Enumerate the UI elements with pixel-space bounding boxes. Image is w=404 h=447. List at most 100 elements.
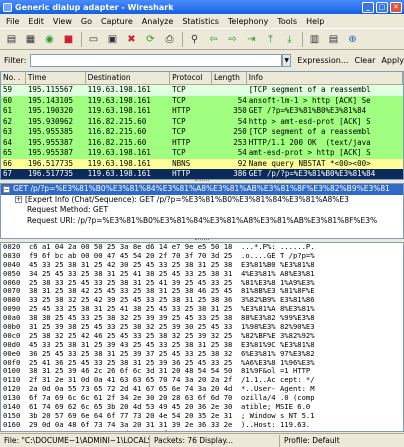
hex-line[interactable]: 00a0 38 38 25 45 33 25 38 32 25 39 39 25… [1,314,403,323]
packet-row[interactable]: 62 195.930962 116.82.215.60 TCP 54 http > amt… [1,116,403,127]
detail-line[interactable]: Request URI: /p/?p=%E3%81%B0%E3%81%84%E3… [1,216,403,227]
packet-cell-info: [TCP segment of a reassembl [248,127,371,136]
packet-row[interactable]: 59 195.115567 119.63.198.161 TCP [TCP segmen… [1,85,403,96]
clear-button[interactable]: Clear [354,56,375,65]
hex-line[interactable]: 00b0 31 25 39 38 25 45 33 25 38 32 25 39… [1,323,403,332]
column-header-1[interactable]: Time [26,72,86,84]
hex-line[interactable]: 0090 25 45 33 25 38 31 25 41 38 25 45 33… [1,305,403,314]
detail-line[interactable]: Request Method: GET [1,205,403,216]
packet-cell-info: amt-esd-prot > http [ACK] S [248,148,371,157]
reload-icon[interactable]: ⟳ [143,32,158,47]
find-packet-icon[interactable]: ⚲ [187,32,202,47]
packet-row[interactable]: 60 195.143105 119.63.198.161 TCP 54 ansoft-lm… [1,95,403,106]
close-file-icon[interactable]: ✖ [124,32,139,47]
hex-line[interactable]: 00c0 25 38 32 25 42 46 25 45 33 25 38 32… [1,332,403,341]
expression-button[interactable]: Expression... [297,56,348,65]
packet-row[interactable]: 67 196.517735 119.63.198.161 HTTP 386 GET /p/… [1,169,403,179]
packet-cell-dst: 116.82.215.60 [87,137,147,147]
column-header-5[interactable]: Info [247,72,403,84]
hex-line[interactable]: 0020 c6 a1 04 2a 00 50 25 3a 8e d6 14 e7… [1,243,403,252]
filter-label: Filter: [4,55,27,65]
packet-bytes-pane[interactable]: 0020 c6 a1 04 2a 00 50 25 3a 8e d6 14 e7… [0,242,404,432]
packet-row[interactable]: 64 195.955387 116.82.215.60 HTTP 253 HTTP/1.1… [1,137,403,148]
hex-offset: 0080 [3,296,21,305]
go-forward-icon[interactable]: ⇨ [225,32,240,47]
detail-line[interactable] [1,226,403,237]
hex-ascii: atible; MSIE 6.0 [241,403,311,412]
interfaces-icon[interactable]: ▤ [4,32,19,47]
first-packet-icon[interactable]: ⤒ [263,32,278,47]
main-toolbar: ▤ ▦ ◉ ■ ▭ ▣ ✖ ⟳ ⎙ ⚲ ⇦ ⇨ ⇥ ⤒ ⤓ ▥ ▤ ⊕ [0,28,404,50]
column-header-3[interactable]: Protocol [170,72,212,84]
hex-line[interactable]: 0030 f9 6f bc ab 00 00 47 45 54 20 2f 70… [1,252,403,261]
hex-line[interactable]: 0040 45 33 25 38 31 25 42 30 25 45 33 25… [1,261,403,270]
menu-statistics[interactable]: Statistics [182,17,219,26]
colorize-icon[interactable]: ▥ [307,32,322,47]
stop-capture-icon[interactable]: ■ [61,32,76,47]
save-file-icon[interactable]: ▣ [105,32,120,47]
status-profile[interactable]: Profile: Default [280,435,404,447]
menu-go[interactable]: Go [81,17,92,26]
zoom-in-icon[interactable]: ⊕ [345,32,360,47]
hex-offset: 0020 [3,243,21,251]
menu-help[interactable]: Help [306,17,324,26]
detail-line[interactable]: + [Expert Info (Chat/Sequence): GET /p/?p… [1,195,403,206]
hex-line[interactable]: 0160 29 0d 0a 48 6f 73 74 3a 20 31 31 39… [1,421,403,430]
packet-cell-no: 64 [3,137,13,147]
hex-line[interactable]: 0130 6f 7a 69 6c 6c 61 2f 34 2e 30 20 28… [1,394,403,403]
hex-line[interactable]: 0100 38 31 25 39 46 2c 26 6f 6c 3d 31 20… [1,367,403,376]
menu-telephony[interactable]: Telephony [228,17,268,26]
options-icon[interactable]: ▦ [23,32,38,47]
hex-line[interactable]: 0080 33 25 38 32 25 42 39 25 45 33 25 38… [1,296,403,305]
packet-cell-info: HTTP/1.1 200 OK (text/java [248,137,371,147]
hex-line[interactable]: 0170 31 39 38 2e 31 36 31 0d 0a 43 6f 6e… [1,430,403,431]
menu-file[interactable]: File [6,17,19,26]
packet-row[interactable]: 63 195.955385 116.82.215.60 TCP 250 [TCP segm… [1,127,403,138]
packet-row[interactable]: 61 195.190320 119.63.198.161 HTTP 350 GET /?p… [1,106,403,117]
hex-line[interactable]: 00d0 45 33 25 38 31 25 39 43 25 45 33 25… [1,341,403,350]
hex-line[interactable]: 0110 2f 31 2e 31 0d 0a 41 63 63 65 70 74… [1,376,403,385]
packet-list[interactable]: No. . Time Destination Protocol Length Info 5… [0,71,404,180]
hex-offset: 0050 [3,269,21,278]
hex-line[interactable]: 0150 3b 20 57 69 6e 64 6f 77 73 20 4e 54… [1,412,403,421]
minimize-button[interactable]: _ [362,1,374,13]
packet-cell-proto: HTTP [172,169,191,178]
column-header-2[interactable]: Destination [86,72,171,84]
hex-ascii: 4%E3%81% A8%E3%81 [241,269,315,278]
hex-bytes: 31 25 39 38 25 45 33 25 38 32 25 39 30 2… [28,323,233,332]
maximize-button[interactable]: □ [376,1,388,13]
menu-capture[interactable]: Capture [101,17,133,26]
column-header-4[interactable]: Length [212,72,247,84]
column-header-0[interactable]: No. . [1,72,26,84]
apply-button[interactable]: Apply [381,56,404,65]
hex-line[interactable]: 0140 61 74 69 62 6c 65 3b 20 4d 53 49 45… [1,403,403,412]
last-packet-icon[interactable]: ⤓ [282,32,297,47]
print-icon[interactable]: ⎙ [162,32,177,47]
hex-line[interactable]: 0070 38 31 25 38 42 25 45 33 25 38 31 25… [1,287,403,296]
hex-line[interactable]: 0120 2a 0d 0a 55 73 65 72 2d 41 67 65 6e… [1,385,403,394]
hex-ascii: 3%82%B9% E3%81%86 [241,296,315,305]
packet-details-pane[interactable]: − GET /p/?p=%E3%81%B0%E3%81%84%E3%81%A8%E… [0,183,404,239]
open-file-icon[interactable]: ▭ [86,32,101,47]
menu-tools[interactable]: Tools [277,17,297,26]
packet-row[interactable]: 65 195.955387 119.63.198.161 TCP 54 amt-esd-p… [1,148,403,159]
start-capture-icon[interactable]: ◉ [42,32,57,47]
hex-line[interactable]: 0060 25 38 33 25 45 33 25 38 31 25 41 39… [1,279,403,288]
close-button[interactable]: ✕ [390,1,402,13]
menu-edit[interactable]: Edit [28,17,44,26]
go-back-icon[interactable]: ⇦ [206,32,221,47]
expand-icon[interactable]: + [15,196,22,203]
hex-line[interactable]: 00e0 36 25 45 33 25 38 31 25 39 37 25 45… [1,350,403,359]
filter-dropdown-button[interactable]: ▼ [281,53,292,67]
hex-line[interactable]: 0050 34 25 45 33 25 38 31 25 41 38 25 45… [1,270,403,279]
hex-offset: 0060 [3,278,21,287]
detail-line[interactable]: − GET /p/?p=%E3%81%B0%E3%81%84%E3%81%A8%E… [1,184,403,195]
autoscroll-icon[interactable]: ▤ [326,32,341,47]
menu-analyze[interactable]: Analyze [142,17,174,26]
collapse-icon[interactable]: − [3,185,10,193]
menu-view[interactable]: View [53,17,72,26]
filter-input[interactable] [30,53,282,67]
packet-row[interactable]: 66 196.517735 119.63.198.161 NBNS 92 Name que… [1,158,403,169]
go-to-packet-icon[interactable]: ⇥ [244,32,259,47]
hex-line[interactable]: 00f0 25 41 36 25 45 33 25 38 31 25 39 36… [1,359,403,368]
